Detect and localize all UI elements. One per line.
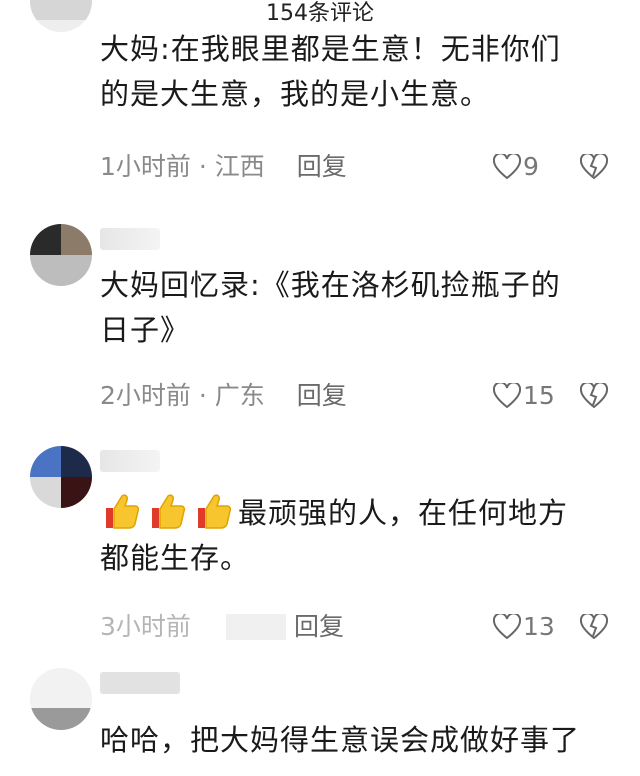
comment-meta: 1小时前 · 江西 回复 <box>100 152 347 181</box>
comment-text: 大妈回忆录:《我在洛杉矶捡瓶子的 日子》 <box>100 268 561 347</box>
heart-icon <box>492 381 522 409</box>
thumbs-up-icon <box>198 494 232 529</box>
username[interactable] <box>100 228 160 250</box>
heart-icon <box>492 612 522 640</box>
like-button[interactable]: 9 <box>492 152 539 182</box>
broken-heart-icon <box>579 381 609 409</box>
like-count: 9 <box>523 152 539 181</box>
dislike-button[interactable] <box>579 612 609 644</box>
heart-icon <box>492 152 522 180</box>
username[interactable] <box>100 450 160 472</box>
emoji-thumbs-up <box>100 494 146 530</box>
comment-time: 1小时前 <box>100 152 191 181</box>
location-blur <box>226 614 286 640</box>
comment-location: 广东 <box>214 381 265 410</box>
comment-time: 3小时前 <box>100 612 191 641</box>
reply-button[interactable]: 回复 <box>297 381 347 410</box>
broken-heart-icon <box>579 612 609 640</box>
avatar[interactable] <box>30 224 92 286</box>
like-count: 15 <box>523 381 555 410</box>
username[interactable] <box>100 672 180 694</box>
thumbs-up-icon <box>152 494 186 529</box>
reply-button[interactable]: 回复 <box>294 612 344 642</box>
dislike-button[interactable] <box>579 381 609 413</box>
avatar[interactable] <box>30 446 92 508</box>
reply-button[interactable]: 回复 <box>297 152 347 181</box>
comment-time: 2小时前 <box>100 381 191 410</box>
like-button[interactable]: 13 <box>492 612 555 642</box>
like-count: 13 <box>523 612 555 641</box>
broken-heart-icon <box>579 152 609 180</box>
thumbs-up-icon <box>106 494 140 529</box>
like-button[interactable]: 15 <box>492 381 555 411</box>
comment-location: 江西 <box>214 152 265 181</box>
comment-count-header: 154条评论 <box>266 1 374 26</box>
dislike-button[interactable] <box>579 152 609 184</box>
emoji-thumbs-up <box>192 494 238 530</box>
comment-meta: 2小时前 · 广东 回复 <box>100 381 347 410</box>
comment-meta: 3小时前 回复 <box>100 612 344 642</box>
comment-text: 哈哈，把大妈得生意误会成做好事了 <box>100 723 581 757</box>
comment-text: 最顽强的人，在任何地方 都能生存。 <box>100 490 610 581</box>
avatar[interactable] <box>30 668 92 730</box>
emoji-thumbs-up <box>146 494 192 530</box>
comment-text: 大妈:在我眼里都是生意！无非你们 的是大生意，我的是小生意。 <box>100 32 561 111</box>
